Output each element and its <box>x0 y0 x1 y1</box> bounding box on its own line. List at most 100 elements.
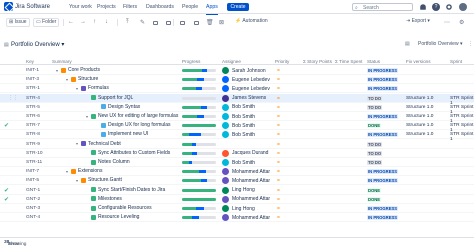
issue-key[interactable]: STR-11 <box>26 160 42 165</box>
issue-key[interactable]: INIT-7 <box>26 169 39 174</box>
issue-summary[interactable]: Sync Start/Finish Dates to Jira <box>86 187 165 193</box>
fix-version[interactable]: Structure 1.0 <box>406 132 433 137</box>
table-row[interactable]: INIT-1 ▾ Core Products Sarah Johnson = IN PRO… <box>0 66 474 75</box>
status-badge[interactable]: TO DO <box>367 160 383 165</box>
notifications-bell-icon[interactable] <box>420 4 426 10</box>
column-header-story-points[interactable]: Σ Story Points <box>303 59 332 64</box>
status-badge[interactable]: IN PROGRESS <box>367 114 399 119</box>
issue-key[interactable]: STR-4 <box>26 96 40 101</box>
issue-summary[interactable]: Configurable Resources <box>86 205 152 211</box>
assignee[interactable]: Eugene Lebedev <box>222 76 270 84</box>
issue-summary[interactable]: ▾ Technical Debt <box>76 141 121 147</box>
status-badge[interactable]: TO DO <box>367 150 383 156</box>
add-folder-button[interactable]: ▭ Folder <box>33 18 59 27</box>
table-row[interactable]: GNT-3 Configurable Resources Ling Hong = IN … <box>0 204 474 213</box>
issue-summary[interactable]: ▾ Formulas <box>76 85 109 91</box>
help-icon[interactable]: ? <box>432 3 440 11</box>
nav-your-work[interactable]: Your work <box>69 4 92 10</box>
nav-people[interactable]: People <box>182 4 198 10</box>
chevron-down-icon[interactable]: ▾ <box>66 169 70 174</box>
table-row[interactable]: STR-5 Design Syntax Bob Smith = TO DO Structu… <box>0 103 474 115</box>
table-row[interactable]: INIT-3 ▾ Structure Eugene Lebedev = IN PROGRE… <box>0 75 474 85</box>
column-header-summary[interactable]: Summary <box>52 59 72 64</box>
add-issue-button[interactable]: ⊞ Issue <box>6 18 30 27</box>
issue-key[interactable]: INIT-1 <box>26 68 39 73</box>
table-row[interactable]: INIT-5 ▾ Structure.Gantt Mohammed Attar = IN … <box>0 176 474 186</box>
assignee[interactable]: Bob Smith <box>222 103 255 111</box>
column-header-assignee[interactable]: Assignee <box>222 59 241 64</box>
table-row[interactable]: STR-11 Notes Column Bob Smith = TO DO <box>0 158 474 167</box>
issue-summary[interactable]: Resource Leveling <box>86 214 139 220</box>
issue-key[interactable]: INIT-5 <box>26 178 39 183</box>
export-button[interactable]: ⇥ Export ▾ <box>404 18 438 27</box>
assignee[interactable]: Ling Hong <box>222 205 255 212</box>
chevron-down-icon[interactable]: ▾ <box>86 114 90 119</box>
issue-summary[interactable]: ▾ Core Products <box>56 67 100 73</box>
table-row[interactable]: STR-10 Sync Attributes to Custom Fields Ja… <box>0 149 474 158</box>
assignee[interactable]: Ling Hong <box>222 186 255 194</box>
issue-key[interactable]: STR-6 <box>26 114 40 119</box>
issue-key[interactable]: STR-10 <box>26 151 43 156</box>
user-avatar[interactable] <box>459 3 467 11</box>
product-logo[interactable]: Jira Software <box>4 2 50 11</box>
nav-dashboards[interactable]: Dashboards <box>146 4 174 10</box>
chevron-down-icon[interactable]: ▾ <box>66 77 70 82</box>
settings-gear-icon[interactable] <box>446 4 452 10</box>
assignee[interactable]: Mohammed Attar <box>222 214 270 222</box>
settings-sliders-icon[interactable]: ⚙ <box>459 19 464 26</box>
table-row[interactable]: ⋮⋮ STR-4 Support for JQL James Stevens = TO D… <box>0 93 474 106</box>
clipboard-icon[interactable] <box>166 21 171 25</box>
search-input[interactable]: ⌕ Search <box>352 3 413 11</box>
nav-projects[interactable]: Projects <box>97 4 116 10</box>
table-row[interactable]: INIT-7 ▾ Extensions Mohammed Attar = IN PROGR… <box>0 167 474 177</box>
table-row[interactable]: ✔ GNT-2 Milestones Mohammed Attar = DONE <box>0 195 474 204</box>
duplicate-icon[interactable] <box>180 21 185 25</box>
issue-summary[interactable]: Milestones <box>86 196 122 202</box>
table-row[interactable]: ✔ GNT-1 Sync Start/Finish Dates to Jira Lin… <box>0 186 474 195</box>
status-badge[interactable]: TO DO <box>367 95 383 101</box>
cut-icon[interactable] <box>194 21 199 25</box>
status-badge[interactable]: IN PROGRESS <box>367 68 399 73</box>
issue-key[interactable]: STR-1 <box>26 86 40 91</box>
issue-summary[interactable]: Design UX for long formulas <box>96 122 171 128</box>
table-row[interactable]: GNT-4 Resource Leveling Mohammed Attar = IN … <box>0 213 474 223</box>
status-badge[interactable]: DONE <box>367 123 382 129</box>
assignee[interactable]: Bob Smith <box>222 122 255 130</box>
arrow-up-icon[interactable]: ↑ <box>93 19 96 25</box>
arrow-right-icon[interactable]: → <box>80 19 86 25</box>
column-header-priority[interactable]: Priority <box>275 59 289 64</box>
nav-filters[interactable]: Filters <box>123 4 137 10</box>
column-header-time-spent[interactable]: Σ Time Spent <box>335 59 362 64</box>
assignee[interactable]: Sarah Johnson <box>222 67 266 74</box>
fix-version[interactable]: Structure 1.0 <box>406 105 433 110</box>
issue-key[interactable]: GNT-3 <box>26 206 40 211</box>
fix-version[interactable]: Structure 1.0 <box>406 123 433 128</box>
issue-key[interactable]: STR-9 <box>26 142 40 147</box>
status-badge[interactable]: TO DO <box>367 141 383 147</box>
view-selector[interactable]: Portfolio Overview ▾ <box>418 41 462 47</box>
issue-summary[interactable]: ▾ New UX for editing of large formulas <box>86 113 178 119</box>
trash-icon[interactable]: 🗑 <box>206 19 214 26</box>
issue-summary[interactable]: Notes Column <box>86 159 130 165</box>
issue-key[interactable]: STR-7 <box>26 123 40 128</box>
issue-key[interactable]: GNT-4 <box>26 215 40 220</box>
table-row[interactable]: STR-6 ▾ New UX for editing of large formul… <box>0 112 474 124</box>
status-badge[interactable]: DONE <box>367 196 382 202</box>
assignee[interactable]: Mohammed Attar <box>222 195 270 203</box>
issue-key[interactable]: INIT-3 <box>26 77 39 82</box>
chevron-down-icon[interactable]: ▾ <box>56 68 60 73</box>
status-badge[interactable]: IN PROGRESS <box>367 86 399 92</box>
assignee[interactable]: James Stevens <box>222 94 266 102</box>
table-row[interactable]: STR-8 Implement new UI Bob Smith = IN PROGRE… <box>0 130 474 142</box>
issue-summary[interactable]: ▾ Extensions <box>66 168 102 174</box>
automation-button[interactable]: ⚡ Automation <box>233 18 285 27</box>
issue-summary[interactable]: Sync Attributes to Custom Fields <box>86 150 170 156</box>
issue-summary[interactable]: Implement new UI <box>96 131 148 137</box>
assignee[interactable]: Eugene Lebedev <box>222 85 270 93</box>
nav-apps[interactable]: Apps <box>206 4 218 15</box>
issue-key[interactable]: GNT-2 <box>26 197 40 202</box>
status-badge[interactable]: TO DO <box>367 104 383 110</box>
status-badge[interactable]: IN PROGRESS <box>367 206 399 211</box>
assignee[interactable]: Jacques Durand <box>222 149 268 157</box>
issue-key[interactable]: STR-8 <box>26 132 40 137</box>
